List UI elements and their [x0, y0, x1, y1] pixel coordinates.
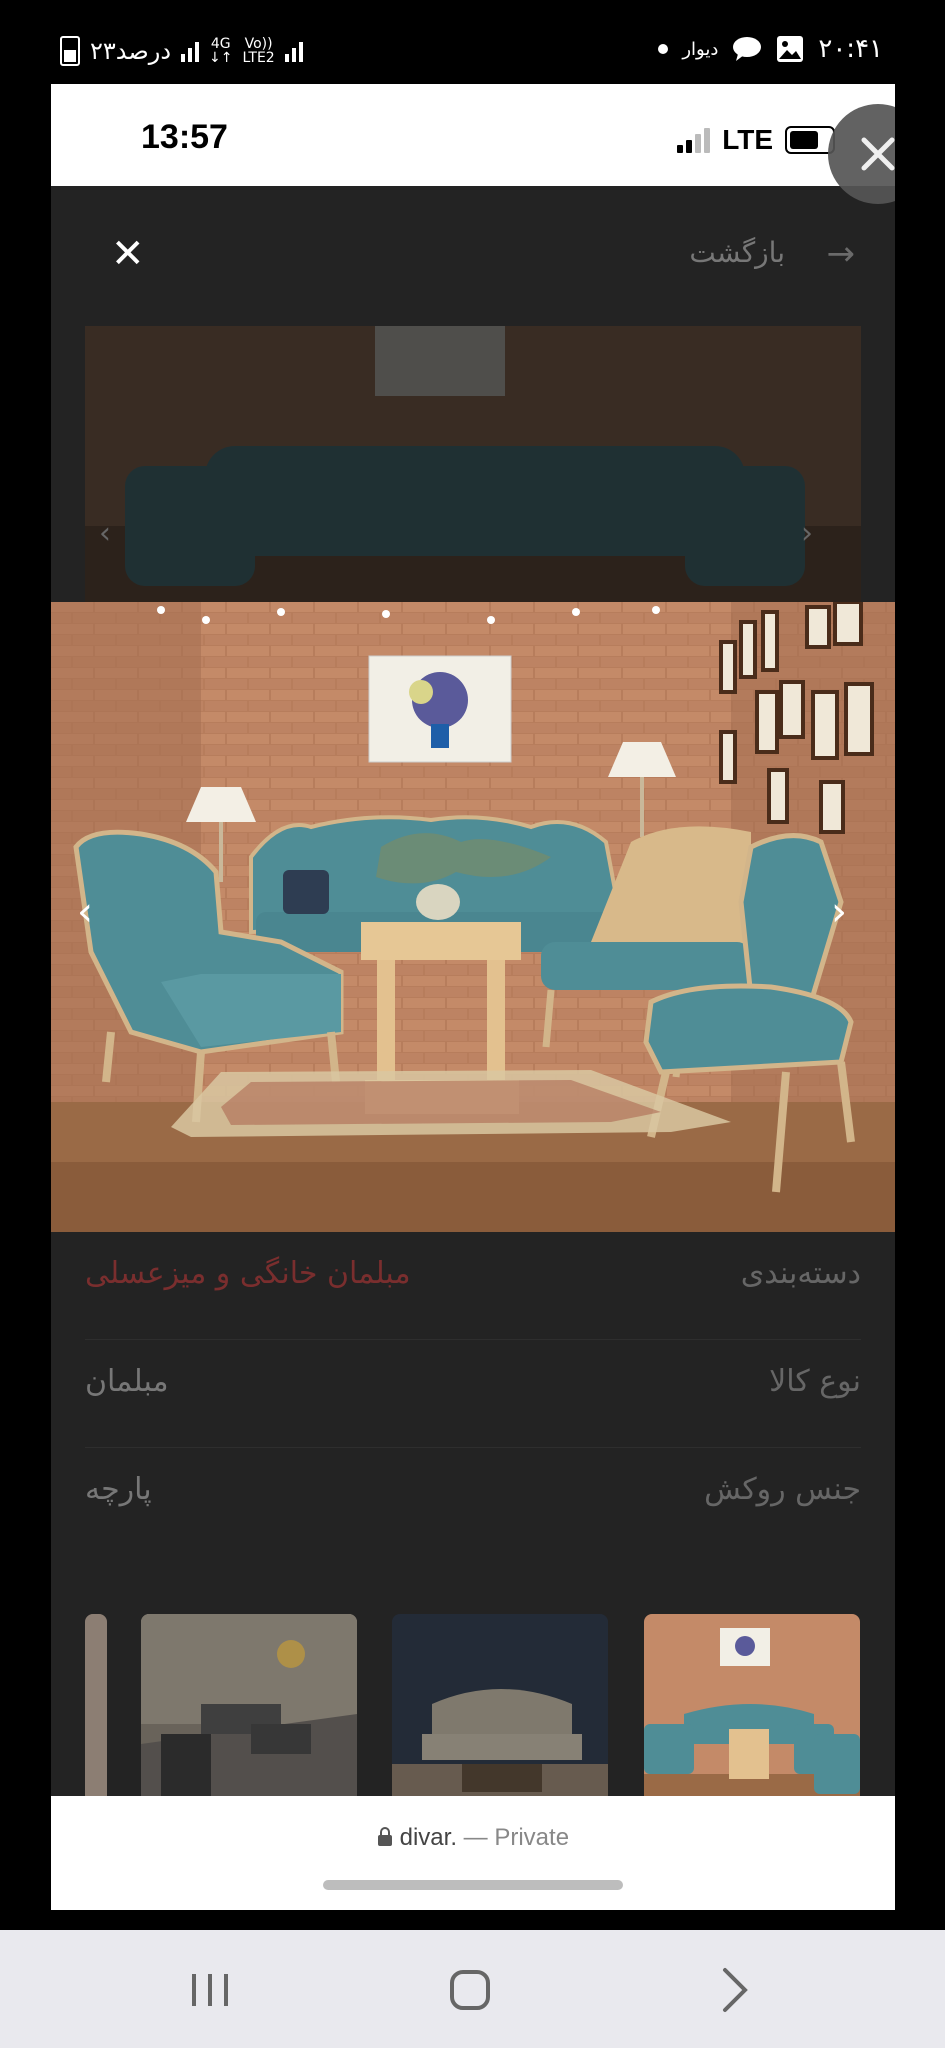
detail-label: جنس روکش — [704, 1472, 861, 1507]
inner-status-right: LTE — [677, 124, 835, 156]
detail-row-category: دسته‌بندی مبلمان خانگی و میزعسلی — [85, 1232, 861, 1340]
app-label: دیوار — [682, 38, 719, 60]
outer-status-bar: ۲۳درصد 4G ↓↑ Vo)) LTE2 دیوار ۲۰:۴۱ — [0, 0, 945, 84]
outer-time: ۲۰:۴۱ — [818, 34, 883, 64]
chevron-right-icon-main[interactable]: › — [819, 892, 859, 932]
main-gallery-photo: ‹ › — [51, 602, 895, 1232]
listing-page: ✕ بازگشت → ‹ › — [51, 186, 895, 1830]
android-nav-bar — [0, 1930, 945, 2048]
url-text[interactable]: divar. — Private — [51, 1824, 895, 1852]
home-icon[interactable] — [440, 1960, 500, 2020]
detail-label: نوع کالا — [769, 1364, 861, 1399]
cell-signal-icon — [677, 127, 711, 153]
chat-bubble-icon — [733, 37, 762, 61]
inner-status-bar: 13:57 LTE — [51, 84, 895, 186]
chevron-left-icon-main[interactable]: ‹ — [65, 892, 105, 932]
detail-value[interactable]: مبلمان خانگی و میزعسلی — [85, 1256, 411, 1291]
back-button-label[interactable]: بازگشت — [689, 236, 785, 269]
image-icon — [777, 36, 804, 62]
inner-time: 13:57 — [141, 118, 228, 156]
close-icon-overlay — [861, 137, 895, 171]
chevron-left-icon[interactable]: ‹ — [99, 516, 111, 551]
volte-label: Vo)) LTE2 — [242, 36, 275, 66]
background-gallery-photo: ‹ › — [85, 326, 861, 604]
screenshot-frame: 13:57 LTE ✕ بازگشت → ‹ › — [51, 84, 895, 1910]
detail-row-type: نوع کالا مبلمان — [85, 1340, 861, 1448]
browser-url-bar[interactable]: divar. — Private — [51, 1796, 895, 1910]
url-domain: divar. — [399, 1824, 457, 1851]
back-arrow-icon[interactable]: → — [827, 234, 856, 274]
signal-icon-2 — [284, 40, 303, 62]
chevron-right-icon[interactable]: › — [801, 516, 813, 551]
url-suffix: — Private — [463, 1824, 570, 1851]
recents-icon[interactable] — [180, 1960, 240, 2020]
details-list: دسته‌بندی مبلمان خانگی و میزعسلی نوع کال… — [51, 1232, 895, 1555]
back-nav-icon[interactable] — [705, 1960, 765, 2020]
outer-status-left: ۲۳درصد 4G ↓↑ Vo)) LTE2 — [60, 36, 303, 66]
network-label: LTE — [722, 124, 773, 155]
detail-value: پارچه — [85, 1472, 152, 1507]
page-header: ✕ بازگشت → — [51, 216, 895, 286]
outer-status-right: دیوار ۲۰:۴۱ — [658, 34, 883, 64]
battery-icon — [60, 36, 80, 66]
network-4g-label: 4G ↓↑ — [209, 36, 233, 66]
battery-percent: ۲۳درصد — [90, 37, 172, 65]
detail-label: دسته‌بندی — [740, 1256, 861, 1291]
living-room-photo — [51, 602, 895, 1232]
signal-icon — [181, 40, 200, 62]
detail-value: مبلمان — [85, 1364, 169, 1399]
lock-icon — [377, 1827, 392, 1846]
home-indicator[interactable] — [323, 1880, 623, 1890]
notification-dot-icon — [658, 44, 669, 54]
close-icon[interactable]: ✕ — [111, 234, 145, 274]
detail-row-material: جنس روکش پارچه — [85, 1448, 861, 1555]
